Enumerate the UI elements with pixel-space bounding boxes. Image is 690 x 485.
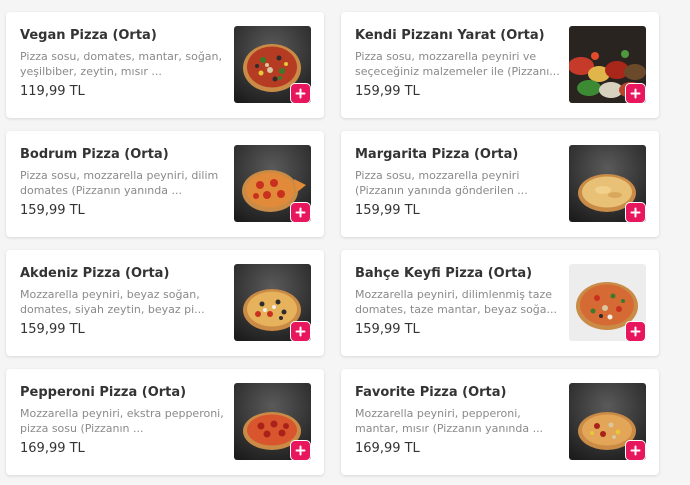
product-card-kendi-pizzani-yarat[interactable]: Kendi Pizzanı Yarat (Orta) Pizza sosu, m…	[341, 12, 659, 118]
product-title: Bahçe Keyfi Pizza (Orta)	[355, 266, 533, 281]
product-description: Mozzarella peyniri, dilimlenmiş taze dom…	[355, 288, 558, 316]
product-card-bahce-keyfi-pizza[interactable]: Bahçe Keyfi Pizza (Orta) Mozzarella peyn…	[341, 250, 659, 356]
product-description: Pizza sosu, domates, mantar, soğan, yeşi…	[20, 50, 223, 78]
add-to-cart-button[interactable]	[625, 202, 646, 223]
product-price: 119,99 TL	[20, 84, 85, 99]
product-description: Mozzarella peyniri, pepperoni, mantar, m…	[355, 407, 544, 435]
plus-icon	[295, 88, 306, 99]
add-to-cart-button[interactable]	[625, 83, 646, 104]
product-title: Favorite Pizza (Orta)	[355, 385, 507, 400]
product-card-pepperoni-pizza[interactable]: Pepperoni Pizza (Orta) Mozzarella peynir…	[6, 369, 324, 475]
product-price: 169,99 TL	[20, 441, 85, 456]
add-to-cart-button[interactable]	[290, 83, 311, 104]
plus-icon	[295, 326, 306, 337]
product-card-bodrum-pizza[interactable]: Bodrum Pizza (Orta) Pizza sosu, mozzarel…	[6, 131, 324, 237]
product-description: Mozzarella peyniri, beyaz soğan, domates…	[20, 288, 205, 316]
plus-icon	[630, 326, 641, 337]
plus-icon	[295, 445, 306, 456]
product-card-margarita-pizza[interactable]: Margarita Pizza (Orta) Pizza sosu, mozza…	[341, 131, 659, 237]
product-title: Akdeniz Pizza (Orta)	[20, 266, 170, 281]
product-price: 159,99 TL	[20, 203, 85, 218]
add-to-cart-button[interactable]	[290, 440, 311, 461]
product-description: Pizza sosu, mozzarella peyniri (Pizzanın…	[355, 169, 528, 197]
add-to-cart-button[interactable]	[290, 202, 311, 223]
product-card-favorite-pizza[interactable]: Favorite Pizza (Orta) Mozzarella peyniri…	[341, 369, 659, 475]
product-grid: Vegan Pizza (Orta) Pizza sosu, domates, …	[0, 0, 690, 485]
product-description: Mozzarella peyniri, ekstra pepperoni, pi…	[20, 407, 224, 435]
product-title: Bodrum Pizza (Orta)	[20, 147, 169, 162]
product-price: 169,99 TL	[355, 441, 420, 456]
product-price: 159,99 TL	[355, 322, 420, 337]
product-title: Pepperoni Pizza (Orta)	[20, 385, 187, 400]
plus-icon	[295, 207, 306, 218]
plus-icon	[630, 88, 641, 99]
add-to-cart-button[interactable]	[625, 321, 646, 342]
add-to-cart-button[interactable]	[625, 440, 646, 461]
product-title: Kendi Pizzanı Yarat (Orta)	[355, 28, 545, 43]
add-to-cart-button[interactable]	[290, 321, 311, 342]
product-title: Vegan Pizza (Orta)	[20, 28, 157, 43]
product-price: 159,99 TL	[355, 84, 420, 99]
product-card-vegan-pizza[interactable]: Vegan Pizza (Orta) Pizza sosu, domates, …	[6, 12, 324, 118]
product-title: Margarita Pizza (Orta)	[355, 147, 519, 162]
product-price: 159,99 TL	[355, 203, 420, 218]
product-description: Pizza sosu, mozzarella peyniri, dilim do…	[20, 169, 219, 197]
plus-icon	[630, 207, 641, 218]
plus-icon	[630, 445, 641, 456]
product-card-akdeniz-pizza[interactable]: Akdeniz Pizza (Orta) Mozzarella peyniri,…	[6, 250, 324, 356]
product-price: 159,99 TL	[20, 322, 85, 337]
product-description: Pizza sosu, mozzarella peyniri ve seçece…	[355, 50, 560, 78]
